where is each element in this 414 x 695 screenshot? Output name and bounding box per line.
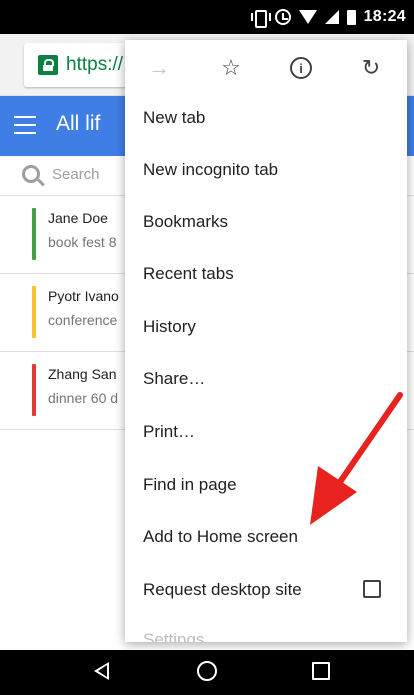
color-bar: [32, 364, 36, 416]
wifi-icon: [298, 10, 317, 24]
contact-name: Pyotr Ivano: [48, 288, 119, 304]
info-icon[interactable]: i: [290, 57, 312, 79]
menu-item-label: Request desktop site: [143, 580, 302, 599]
alarm-icon: [274, 9, 291, 25]
recents-icon[interactable]: [312, 662, 330, 680]
star-icon[interactable]: ☆: [217, 54, 245, 82]
menu-item-bookmarks[interactable]: Bookmarks: [125, 196, 407, 248]
menu-toolbar: → ☆ i ↻: [125, 40, 407, 96]
contact-note: conference: [48, 312, 118, 328]
battery-icon: [346, 9, 356, 25]
status-bar: 18:24: [0, 0, 414, 34]
menu-item-history[interactable]: History: [125, 301, 407, 353]
forward-icon[interactable]: →: [145, 54, 173, 82]
menu-item-print[interactable]: Print…: [125, 406, 407, 458]
menu-item-share[interactable]: Share…: [125, 353, 407, 405]
contact-note: dinner 60 d: [48, 390, 119, 406]
overflow-menu: → ☆ i ↻ New tab New incognito tab Bookma…: [125, 40, 407, 642]
status-icons: 18:24: [250, 6, 406, 28]
page-title: All lif: [56, 112, 101, 135]
menu-item-settings[interactable]: Settings: [125, 614, 407, 642]
lock-icon: [38, 55, 58, 75]
home-icon[interactable]: [197, 661, 217, 681]
navigation-bar: [0, 650, 414, 695]
color-bar: [32, 208, 36, 260]
contact-name: Jane Doe: [48, 210, 108, 226]
contact-note: book fest 8: [48, 234, 117, 250]
menu-item-request-desktop-site[interactable]: Request desktop site: [125, 564, 407, 616]
vibrate-icon: [250, 9, 271, 28]
refresh-icon[interactable]: ↻: [357, 54, 385, 82]
menu-item-find-in-page[interactable]: Find in page: [125, 459, 407, 511]
status-time: 18:24: [363, 8, 406, 25]
signal-icon: [324, 10, 339, 24]
search-icon: [22, 165, 40, 183]
contact-name: Zhang San: [48, 366, 117, 382]
menu-item-new-incognito-tab[interactable]: New incognito tab: [125, 144, 407, 196]
url-text: https://: [66, 54, 124, 75]
search-input[interactable]: Search: [52, 166, 100, 183]
menu-item-new-tab[interactable]: New tab: [125, 92, 407, 144]
hamburger-menu-icon[interactable]: [14, 116, 36, 134]
request-desktop-checkbox[interactable]: [363, 580, 381, 598]
menu-item-recent-tabs[interactable]: Recent tabs: [125, 248, 407, 300]
color-bar: [32, 286, 36, 338]
menu-item-add-to-home-screen[interactable]: Add to Home screen: [125, 511, 407, 563]
back-icon[interactable]: [94, 662, 109, 680]
